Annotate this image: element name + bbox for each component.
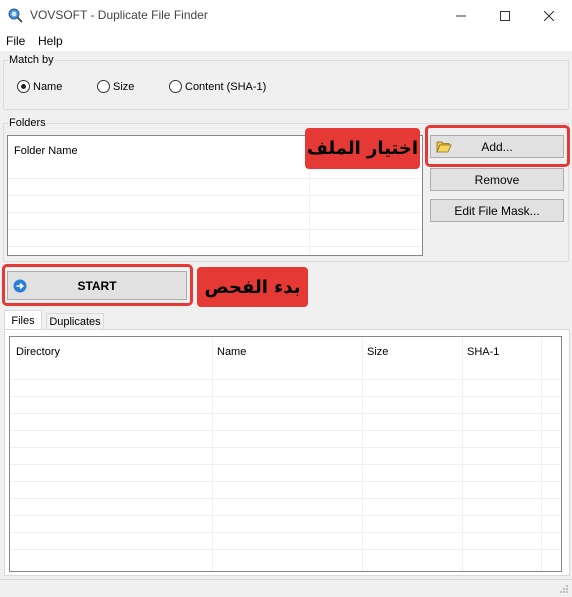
minimize-button[interactable]	[438, 0, 484, 31]
radio-indicator	[17, 80, 30, 93]
match-by-size-radio[interactable]: Size	[97, 80, 134, 93]
edit-file-mask-label: Edit File Mask...	[454, 203, 540, 218]
status-bar	[0, 579, 572, 597]
start-button-highlight	[2, 264, 193, 306]
tab-duplicates-label: Duplicates	[49, 316, 101, 328]
sha1-column-header[interactable]: SHA-1	[462, 337, 499, 365]
directory-column-header[interactable]: Directory	[11, 337, 60, 365]
start-scan-annotation: بدء الفحص	[197, 267, 308, 307]
remove-button[interactable]: Remove	[430, 168, 564, 191]
results-row-line	[10, 430, 561, 431]
tab-files-label: Files	[11, 314, 35, 327]
folder-name-column-header[interactable]: Folder Name	[9, 136, 78, 164]
title-bar: VOVSOFT - Duplicate File Finder	[0, 0, 572, 31]
close-button[interactable]	[526, 0, 572, 31]
match-by-label: Match by	[8, 54, 55, 66]
folders-row-line	[8, 178, 422, 179]
folders-row-line	[8, 212, 422, 213]
name-column-header[interactable]: Name	[212, 337, 246, 365]
tab-files[interactable]: Files	[4, 310, 42, 330]
match-by-name-radio[interactable]: Name	[17, 80, 62, 93]
maximize-button[interactable]	[482, 0, 528, 31]
results-column-divider	[362, 337, 363, 571]
results-column-divider	[212, 337, 213, 571]
results-table[interactable]: Directory Name Size SHA-1	[9, 336, 562, 572]
results-row-line	[10, 481, 561, 482]
results-row-line	[10, 464, 561, 465]
results-row-line	[10, 379, 561, 380]
size-column-header[interactable]: Size	[362, 337, 388, 365]
results-row-line	[10, 447, 561, 448]
resize-grip-icon	[560, 585, 568, 593]
choose-file-annotation: اختيار الملف	[305, 128, 420, 169]
folders-row-line	[8, 195, 422, 196]
results-column-divider	[541, 337, 542, 571]
menu-help[interactable]: Help	[38, 34, 63, 48]
tab-duplicates[interactable]: Duplicates	[46, 313, 104, 330]
menu-bar: File Help	[0, 31, 572, 51]
maximize-icon	[500, 10, 510, 21]
window-title: VOVSOFT - Duplicate File Finder	[30, 8, 208, 22]
app-search-icon	[8, 8, 23, 23]
results-row-line	[10, 413, 561, 414]
folders-label: Folders	[8, 117, 47, 129]
radio-label: Name	[33, 80, 63, 93]
results-row-line	[10, 515, 561, 516]
match-by-content-radio[interactable]: Content (SHA-1)	[169, 80, 266, 93]
edit-file-mask-button[interactable]: Edit File Mask...	[430, 199, 564, 222]
results-row-line	[10, 549, 561, 550]
radio-indicator	[97, 80, 110, 93]
radio-indicator	[169, 80, 182, 93]
close-icon	[544, 10, 554, 21]
results-column-divider	[462, 337, 463, 571]
results-row-line	[10, 532, 561, 533]
results-row-line	[10, 396, 561, 397]
radio-label: Size	[113, 80, 135, 93]
radio-label: Content (SHA-1)	[185, 80, 267, 93]
remove-button-label: Remove	[474, 172, 520, 187]
folders-row-line	[8, 229, 422, 230]
minimize-icon	[456, 15, 466, 16]
add-button-highlight	[425, 125, 570, 167]
match-by-group	[3, 60, 569, 110]
menu-file[interactable]: File	[6, 34, 25, 48]
folders-row-line	[8, 246, 422, 247]
results-row-line	[10, 498, 561, 499]
